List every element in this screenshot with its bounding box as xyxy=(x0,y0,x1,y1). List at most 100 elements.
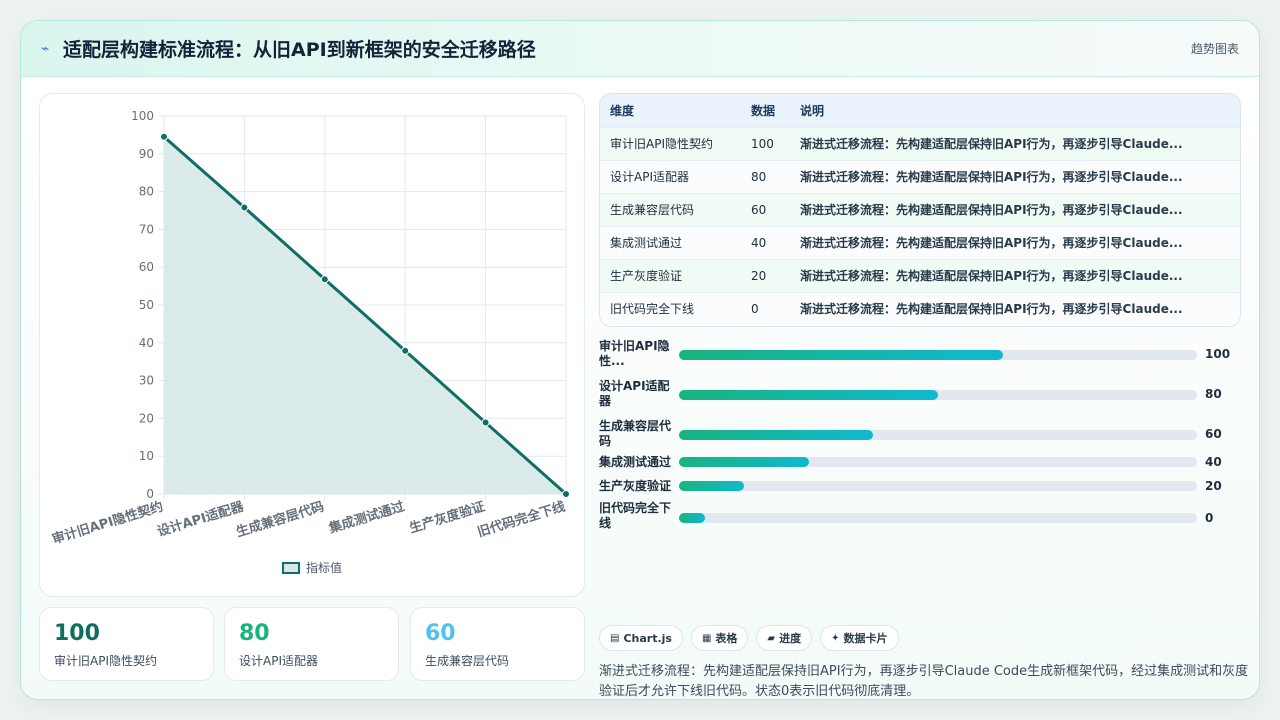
chart-type-tag: 趋势图表 xyxy=(1190,42,1239,56)
line-chart-panel: 0 10 20 30 40 50 60 70 80 90 100 审计旧API隐性契约 设计API适配器… xyxy=(39,93,585,597)
progress-track xyxy=(679,481,1197,491)
cell-dimension: 集成测试通过 xyxy=(610,236,683,250)
progress-value: 80 xyxy=(1205,387,1222,401)
cell-value: 100 xyxy=(751,136,774,151)
y-tick-label: 60 xyxy=(139,260,154,274)
progress-value: 60 xyxy=(1205,427,1222,441)
y-tick-label: 0 xyxy=(146,487,154,501)
stat-value: 60 xyxy=(425,621,456,646)
data-table-panel: 维度 数据 说明 审计旧API隐性契约 100 渐进式迁移流程：先构建适配层保持… xyxy=(599,93,1241,327)
progress-fill xyxy=(679,390,938,400)
table-row: 旧代码完全下线 0 渐进式迁移流程：先构建适配层保持旧API行为，再逐步引导Cl… xyxy=(600,292,1240,325)
main-card: ⌁ 适配层构建标准流程：从旧API到新框架的安全迁移路径 趋势图表 0 10 20 3… xyxy=(20,20,1260,700)
cell-value: 80 xyxy=(751,169,767,184)
chip-table[interactable]: ▦ 表格 xyxy=(690,625,749,651)
y-tick-label: 30 xyxy=(139,374,154,388)
progress-label: 设计API适配器 xyxy=(599,379,670,408)
y-tick-label: 70 xyxy=(139,222,154,236)
y-tick-label: 100 xyxy=(131,109,154,123)
data-point xyxy=(562,490,570,498)
y-tick-label: 50 xyxy=(139,298,154,312)
view-chips: ▤ Chart.js ▦ 表格 ▰ 进度 ✦ 数据卡片 xyxy=(599,625,899,651)
progress-track xyxy=(679,430,1197,440)
progress-label: 审计旧API隐性... xyxy=(599,339,670,368)
chip-label: 数据卡片 xyxy=(843,632,888,645)
header-description: 说明 xyxy=(800,103,825,118)
progress-fill xyxy=(679,430,874,440)
progress-track xyxy=(679,513,1197,523)
x-tick-label: 集成测试通过 xyxy=(326,499,406,537)
y-tick-label: 20 xyxy=(139,411,154,425)
progress-fill xyxy=(679,457,809,467)
table-row: 设计API适配器 80 渐进式迁移流程：先构建适配层保持旧API行为，再逐步引导… xyxy=(600,160,1240,193)
card-body: 0 10 20 30 40 50 60 70 80 90 100 审计旧API隐性契约 设计API适配器… xyxy=(21,77,1259,699)
x-tick-label: 生产灰度验证 xyxy=(407,499,486,537)
y-tick-label: 90 xyxy=(139,147,154,161)
y-tick-label: 80 xyxy=(139,185,154,199)
table-row: 集成测试通过 40 渐进式迁移流程：先构建适配层保持旧API行为，再逐步引导Cl… xyxy=(600,226,1240,259)
chip-label: 进度 xyxy=(779,632,802,645)
legend-swatch xyxy=(281,561,300,574)
cell-value: 40 xyxy=(751,235,767,250)
table-row: 审计旧API隐性契约 100 渐进式迁移流程：先构建适配层保持旧API行为，再逐… xyxy=(600,127,1240,160)
line-chart: 0 10 20 30 40 50 60 70 80 90 100 审计旧API隐性契约设计API适配器… xyxy=(50,109,570,548)
cell-dimension: 生成兼容层代码 xyxy=(610,203,695,217)
stat-card: 80 设计API适配器 xyxy=(224,607,399,681)
table-row: 生成兼容层代码 60 渐进式迁移流程：先构建适配层保持旧API行为，再逐步引导C… xyxy=(600,193,1240,226)
progress-icon: ▰ xyxy=(767,632,776,644)
y-tick-label: 40 xyxy=(139,336,154,350)
progress-track xyxy=(679,390,1197,400)
progress-value: 100 xyxy=(1205,347,1231,361)
data-table: 维度 数据 说明 审计旧API隐性契约 100 渐进式迁移流程：先构建适配层保持… xyxy=(600,94,1240,325)
table-row: 生产灰度验证 20 渐进式迁移流程：先构建适配层保持旧API行为，再逐步引导Cl… xyxy=(600,259,1240,292)
cell-dimension: 设计API适配器 xyxy=(610,170,689,184)
chip-label: Chart.js xyxy=(623,631,672,645)
cell-description: 渐进式迁移流程：先构建适配层保持旧API行为，再逐步引导Claude... xyxy=(800,302,1183,317)
cell-description: 渐进式迁移流程：先构建适配层保持旧API行为，再逐步引导Claude... xyxy=(800,236,1183,250)
progress-value: 0 xyxy=(1205,511,1214,525)
legend-label: 指标值 xyxy=(305,561,342,575)
stat-label: 设计API适配器 xyxy=(239,654,318,668)
chip-progress[interactable]: ▰ 进度 xyxy=(756,625,813,651)
stat-value: 100 xyxy=(54,621,100,646)
x-tick-label: 审计旧API隐性契约 xyxy=(50,499,165,548)
page-title: 适配层构建标准流程：从旧API到新框架的安全迁移路径 xyxy=(63,39,536,61)
cell-description: 渐进式迁移流程：先构建适配层保持旧API行为，再逐步引导Claude... xyxy=(800,269,1183,283)
chart-legend[interactable]: 指标值 xyxy=(40,559,584,576)
x-tick-label: 生成兼容层代码 xyxy=(234,499,326,541)
x-tick-label: 设计API适配器 xyxy=(155,498,246,540)
progress-fill xyxy=(679,350,1003,360)
stat-label: 生成兼容层代码 xyxy=(425,654,510,668)
progress-label: 集成测试通过 xyxy=(599,455,672,469)
data-point xyxy=(401,346,410,355)
cell-description: 渐进式迁移流程：先构建适配层保持旧API行为，再逐步引导Claude... xyxy=(800,170,1183,184)
progress-track xyxy=(679,350,1197,360)
chip-label: 表格 xyxy=(715,632,738,645)
cell-value: 0 xyxy=(751,301,759,316)
cell-value: 20 xyxy=(751,268,767,283)
progress-value: 20 xyxy=(1205,479,1222,493)
x-tick-label: 旧代码完全下线 xyxy=(475,499,567,541)
data-point xyxy=(320,275,329,284)
description-note: 渐进式迁移流程：先构建适配层保持旧API行为，再逐步引导Claude Code生… xyxy=(599,664,1249,699)
cell-dimension: 旧代码完全下线 xyxy=(610,302,695,317)
table-header-row: 维度 数据 说明 xyxy=(600,94,1240,127)
data-point xyxy=(160,132,168,141)
progress-fill xyxy=(679,481,744,491)
stat-cards: 100 审计旧API隐性契约 80 设计API适配器 60 生成兼容层代码 xyxy=(39,607,585,681)
cell-dimension: 审计旧API隐性契约 xyxy=(610,137,713,151)
chip-data-cards[interactable]: ✦ 数据卡片 xyxy=(820,625,899,651)
progress-bars: 审计旧API隐性... 100 设计API适配器 80 生成兼容层代码 60 集… xyxy=(599,337,1241,547)
stat-card: 100 审计旧API隐性契约 xyxy=(39,607,214,681)
cell-description: 渐进式迁移流程：先构建适配层保持旧API行为，再逐步引导Claude... xyxy=(800,203,1183,217)
pulse-icon: ⌁ xyxy=(41,40,50,57)
progress-fill xyxy=(679,513,705,523)
chip-chartjs[interactable]: ▤ Chart.js xyxy=(599,625,683,651)
progress-track xyxy=(679,457,1197,467)
stat-label: 审计旧API隐性契约 xyxy=(54,654,157,668)
title-wrap: ⌁ 适配层构建标准流程：从旧API到新框架的安全迁移路径 xyxy=(41,35,536,62)
y-tick-label: 10 xyxy=(139,449,154,463)
progress-label: 生产灰度验证 xyxy=(599,479,672,493)
header-dimension: 维度 xyxy=(610,103,635,118)
sparkle-icon: ✦ xyxy=(831,632,840,644)
